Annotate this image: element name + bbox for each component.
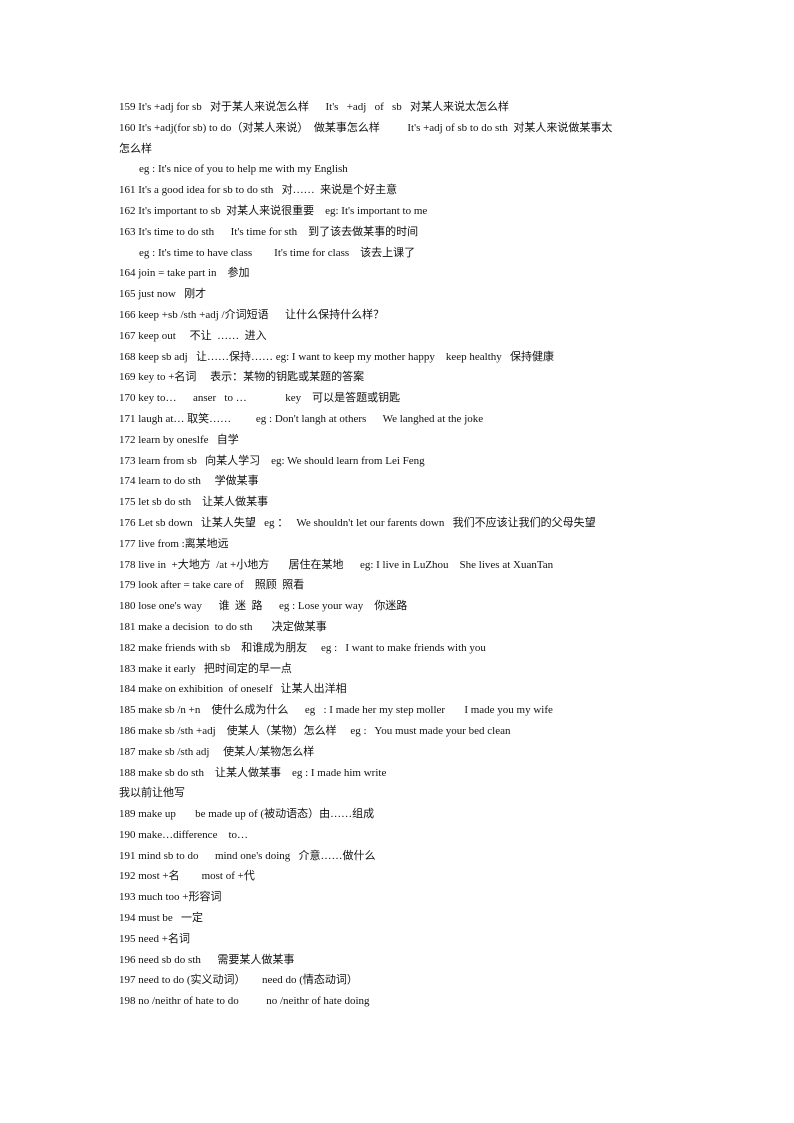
text-line: 195 need +名词 (119, 932, 190, 945)
text-line: 160 It's +adj(for sb) to do（对某人来说） 做某事怎么… (119, 121, 613, 134)
text-line: 191 mind sb to do mind one's doing 介意……做… (119, 849, 376, 862)
text-line: 177 live from :离某地远 (119, 537, 229, 550)
text-line: 162 It's important to sb 对某人来说很重要 eg: It… (119, 204, 428, 217)
text-line: 184 make on exhibition of oneself 让某人出洋相 (119, 683, 347, 696)
text-line: 165 just now 刚才 (119, 288, 207, 301)
text-line: 196 need sb do sth 需要某人做某事 (119, 953, 295, 966)
text-line: 176 Let sb down 让某人失望 eg ： We shouldn't … (119, 516, 596, 529)
text-line: 187 make sb /sth adj 使某人/某物怎么样 (119, 745, 315, 758)
text-line: 怎么样 (119, 142, 152, 155)
text-line: 159 It's +adj for sb 对于某人来说怎么样 It's +adj… (119, 101, 510, 113)
text-line: 174 learn to do sth 学做某事 (119, 475, 259, 488)
text-line: 183 make it early 把时间定的早一点 (119, 662, 292, 675)
text-line: 161 It's a good idea for sb to do sth 对…… (119, 184, 398, 197)
text-line: 171 laugh at… 取笑…… eg : Don't langh at o… (119, 412, 484, 425)
text-line: 194 must be 一定 (119, 912, 204, 925)
text-line: 178 live in +大地方 /at +小地方 居住在某地 eg: I li… (119, 558, 554, 571)
text-line: 168 keep sb adj 让……保持…… eg: I want to ke… (119, 350, 555, 363)
text-line: 170 key to… anser to … key 可以是答题或钥匙 (119, 392, 401, 405)
text-line: 192 most +名 most of +代 (119, 870, 255, 883)
text-line: 我以前让他写 (119, 787, 185, 800)
text-line: 169 key to +名词 表示：某物的钥匙或某题的答案 (119, 371, 365, 384)
text-line: 189 make up be made up of (被动语态）由……组成 (119, 808, 375, 821)
text-line: 167 keep out 不让 …… 进入 (119, 329, 267, 342)
text-line: 164 join = take part in 参加 (119, 267, 250, 280)
text-line: 173 learn from sb 向某人学习 eg: We should le… (119, 454, 425, 467)
text-line: 166 keep +sb /sth +adj /介词短语 让什么保持什么样？ (119, 308, 385, 321)
text-line: 182 make friends with sb 和谁成为朋友 eg : I w… (119, 641, 486, 654)
text-line: 180 lose one's way 谁 迷 路 eg : Lose your … (119, 600, 408, 613)
example-line: eg : It's time to have class It's time f… (139, 246, 416, 259)
text-line: 198 no /neithr of hate to do no /neithr … (119, 995, 370, 1008)
text-line: 190 make…difference to… (119, 828, 249, 841)
document-page: 159 It's +adj for sb 对于某人来说怎么样 It's +adj… (119, 97, 679, 1012)
example-line: eg : It's nice of you to help me with my… (139, 163, 348, 176)
text-line: 175 let sb do sth 让某人做某事 (119, 496, 269, 509)
text-line: 193 much too +形容词 (119, 891, 222, 904)
text-line: 163 It's time to do sth It's time for st… (119, 225, 419, 238)
text-line: 179 look after = take care of 照顾 照看 (119, 579, 305, 592)
text-line: 172 learn by oneslfe 自学 (119, 433, 239, 446)
text-line: 185 make sb /n +n 使什么成为什么 eg : I made he… (119, 704, 553, 717)
text-line: 188 make sb do sth 让某人做某事 eg : I made hi… (119, 766, 387, 779)
text-line: 181 make a decision to do sth 决定做某事 (119, 620, 327, 633)
text-line: 197 need to do (实义动词） need do (情态动词） (119, 974, 358, 987)
text-line: 186 make sb /sth +adj 使某人（某物）怎么样 eg : Yo… (119, 724, 511, 737)
